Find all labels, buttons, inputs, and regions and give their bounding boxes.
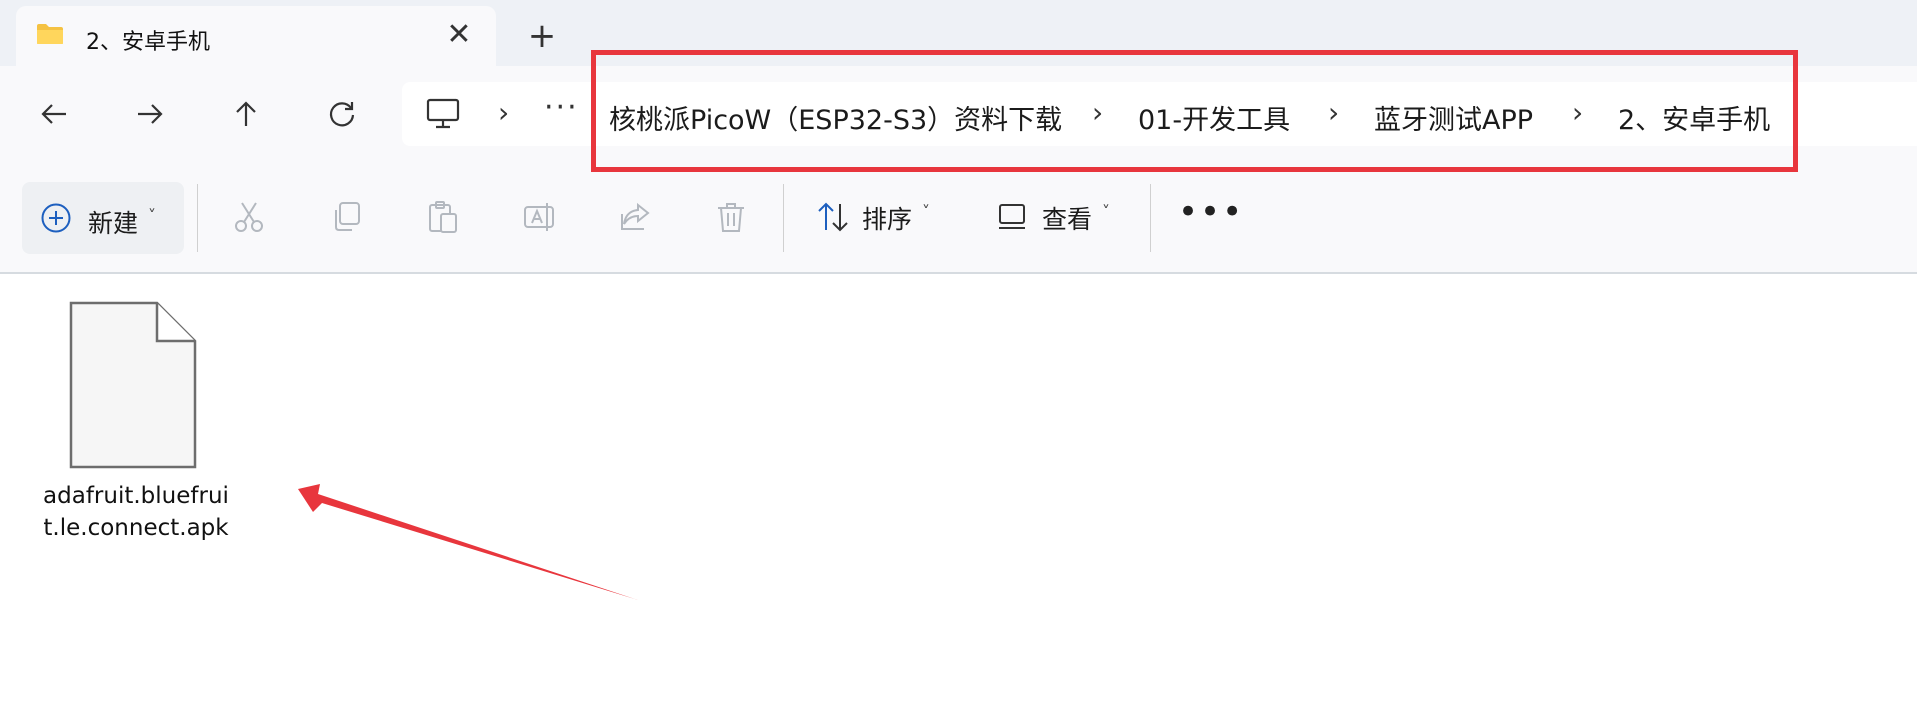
chevron-down-icon: ˅ [922,202,930,221]
back-button[interactable] [28,88,80,140]
computer-icon [426,98,460,129]
arrow-left-icon [41,104,66,124]
refresh-button[interactable] [316,88,368,140]
generic-file-icon [69,301,197,469]
view-icon [999,204,1025,229]
chevron-down-icon: ˅ [1102,202,1110,221]
tab-active[interactable]: 2、安卓手机 ✕ [16,6,496,66]
cut-icon[interactable] [232,200,266,234]
file-name: adafruit.bluefruit.le.connect.apk [43,483,229,541]
command-bar: 新建 ˅ 排序 ˅ 查看 ˅ ••• [0,162,1917,274]
sort-label: 排序 [862,205,913,234]
new-button-label: 新建 [88,209,139,238]
toolbar-divider [783,184,784,252]
toolbar-divider [1150,184,1151,252]
more-locations-button[interactable]: ··· [544,90,579,125]
new-tab-button[interactable]: + [520,16,564,56]
view-button[interactable]: 查看 ˅ [990,180,1130,254]
forward-button[interactable] [124,88,176,140]
sort-button[interactable]: 排序 ˅ [812,180,952,254]
sort-icon [818,202,848,232]
share-icon[interactable] [618,200,652,234]
arrow-right-icon [138,104,163,124]
chevron-right-icon[interactable]: › [498,96,509,129]
view-label: 查看 [1042,205,1093,234]
plus-circle-icon [41,203,71,233]
delete-icon[interactable] [714,200,748,234]
paste-icon[interactable] [426,200,460,234]
new-button[interactable]: 新建 ˅ [22,182,184,254]
file-list-area: adafruit.bluefruit.le.connect.apk [0,274,1917,703]
more-options-button[interactable]: ••• [1178,192,1244,232]
arrow-up-icon [236,101,256,126]
copy-icon[interactable] [330,200,364,234]
highlight-annotation-box [591,50,1798,172]
chevron-down-icon: ˅ [148,206,156,225]
folder-icon [37,24,63,44]
tab-title: 2、安卓手机 [86,30,210,55]
close-tab-icon[interactable]: ✕ [442,18,476,52]
up-button[interactable] [220,88,272,140]
rename-icon[interactable] [522,200,556,234]
refresh-icon [329,102,355,127]
toolbar-divider [197,184,198,252]
